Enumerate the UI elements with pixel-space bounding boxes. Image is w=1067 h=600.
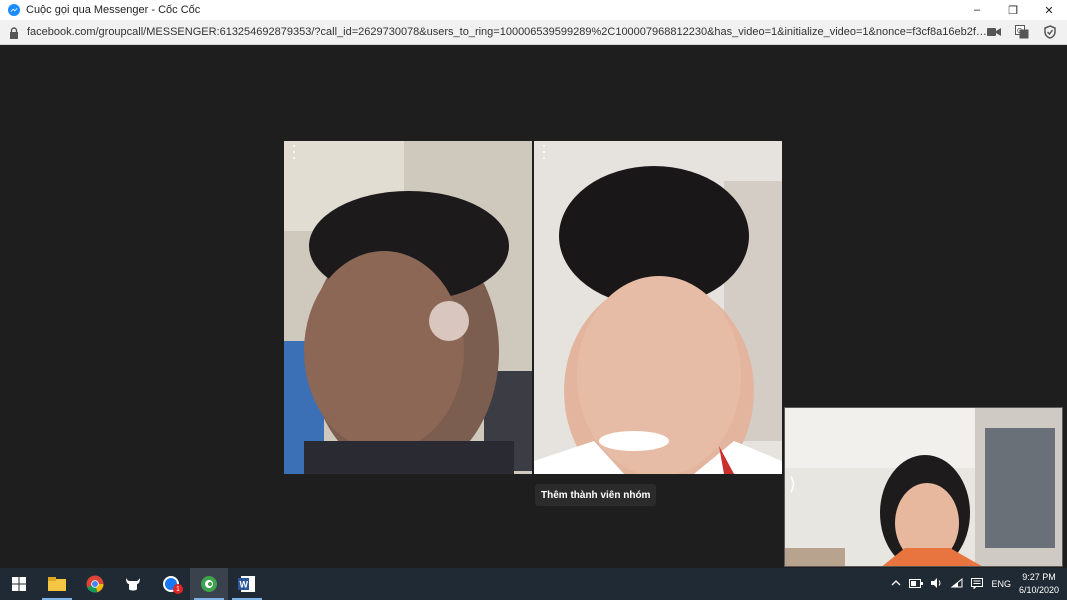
address-bar-icons: G (985, 24, 1059, 40)
expand-chevron-icon[interactable]: ⟩ (789, 474, 796, 495)
system-tray: ENG 9:27 PM 6/10/2020 (891, 568, 1059, 600)
browser-window: Cuộc gọi qua Messenger - Cốc Cốc – ❐ ✕ f… (0, 0, 1067, 600)
add-member-tooltip: Thêm thành viên nhóm (535, 484, 657, 506)
coccoc-icon (201, 576, 217, 592)
more-options-icon[interactable] (540, 145, 548, 159)
battery-icon[interactable] (909, 578, 924, 590)
start-button[interactable] (0, 568, 38, 600)
restore-button[interactable]: ❐ (995, 0, 1031, 20)
taskbar-file-explorer[interactable] (38, 568, 76, 600)
taskbar: 1 W ENG 9:27 PM 6/10/2020 (0, 568, 1067, 600)
taskbar-chrome[interactable] (76, 568, 114, 600)
clock[interactable]: 9:27 PM 6/10/2020 (1019, 571, 1059, 597)
window-controls: – ❐ ✕ (959, 0, 1067, 20)
taskbar-app-bull[interactable] (114, 568, 152, 600)
window-title: Cuộc gọi qua Messenger - Cốc Cốc (26, 4, 201, 16)
address-bar[interactable]: facebook.com/groupcall/MESSENGER:6132546… (0, 20, 1067, 45)
participant-2-image (534, 141, 782, 474)
participant-1-image (284, 141, 532, 474)
clock-time: 9:27 PM (1022, 572, 1056, 582)
participant-video-1[interactable] (284, 141, 532, 474)
chrome-icon (86, 575, 104, 593)
folder-icon (48, 577, 66, 591)
clock-date: 6/10/2020 (1018, 585, 1059, 595)
wifi-icon[interactable] (951, 577, 963, 590)
title-bar: Cuộc gọi qua Messenger - Cốc Cốc – ❐ ✕ (0, 0, 1067, 20)
language-indicator[interactable]: ENG (991, 579, 1011, 589)
self-view-video[interactable]: ⟩ (784, 407, 1063, 567)
translate-icon[interactable]: G (1013, 24, 1031, 40)
taskbar-word[interactable]: W (228, 568, 266, 600)
url-text[interactable]: facebook.com/groupcall/MESSENGER:6132546… (27, 26, 987, 38)
camera-icon[interactable] (985, 24, 1003, 40)
call-stage: Thêm thành viên nhóm ⟩ (0, 46, 1067, 568)
volume-icon[interactable] (931, 578, 943, 590)
minimize-button[interactable]: – (959, 0, 995, 20)
notification-badge: 1 (173, 584, 183, 594)
word-icon: W (238, 576, 255, 592)
close-button[interactable]: ✕ (1031, 0, 1067, 20)
self-view-image (785, 408, 1062, 566)
participant-video-2[interactable] (534, 141, 782, 474)
chevron-up-icon[interactable] (891, 579, 901, 589)
messenger-icon (8, 4, 20, 16)
lock-icon[interactable] (9, 26, 19, 39)
shield-icon[interactable] (1041, 24, 1059, 40)
svg-text:W: W (240, 580, 249, 590)
taskbar-coccoc[interactable] (190, 568, 228, 600)
more-options-icon[interactable] (290, 145, 298, 159)
notification-icon[interactable] (971, 577, 984, 591)
taskbar-zalo[interactable]: 1 (152, 568, 190, 600)
svg-text:G: G (1017, 28, 1022, 35)
windows-icon (12, 577, 26, 591)
bull-icon (126, 578, 140, 591)
